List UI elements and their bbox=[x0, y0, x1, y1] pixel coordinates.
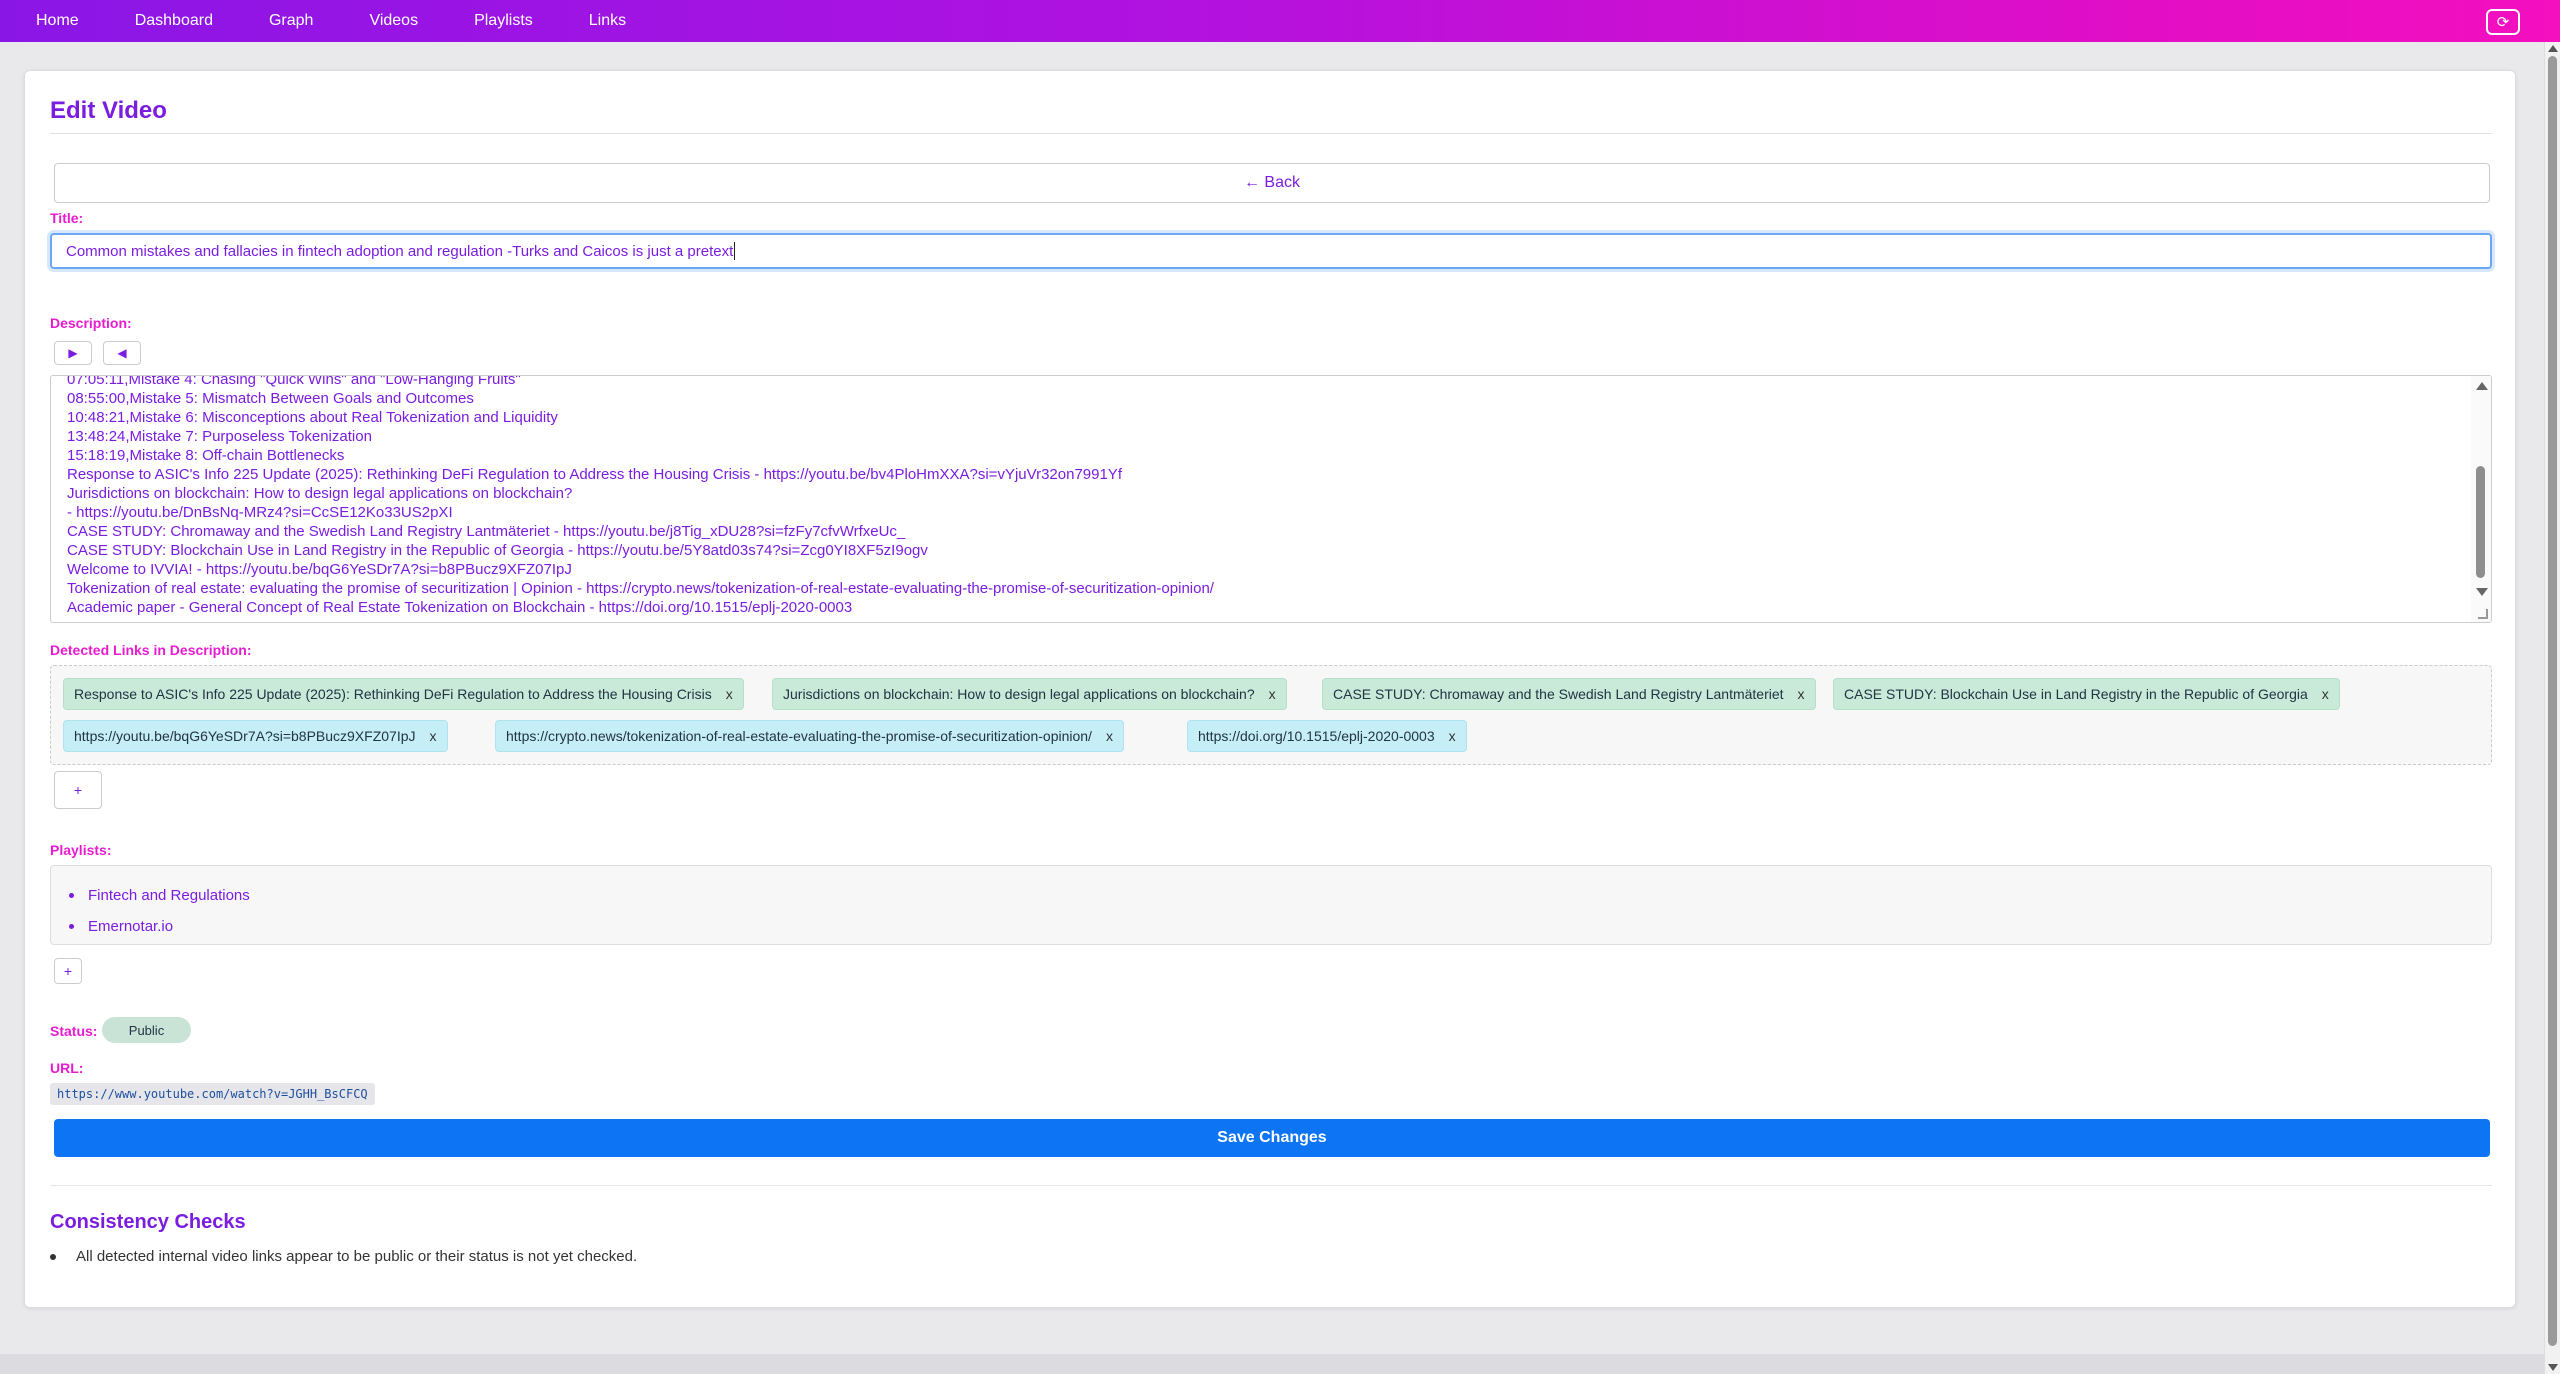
link-chip: https://youtu.be/bqG6YeSDr7A?si=b8PBucz9… bbox=[63, 720, 448, 752]
nav-home[interactable]: Home bbox=[36, 12, 79, 30]
refresh-icon: ⟳ bbox=[2496, 14, 2510, 31]
page-title: Edit Video bbox=[50, 97, 167, 124]
link-chip-label: Jurisdictions on blockchain: How to desi… bbox=[783, 686, 1255, 702]
playlists-label: Playlists: bbox=[50, 842, 112, 858]
consistency-check-item: All detected internal video links appear… bbox=[50, 1248, 638, 1265]
scroll-up-icon[interactable] bbox=[2476, 382, 2488, 390]
link-chip-label: Response to ASIC's Info 225 Update (2025… bbox=[74, 686, 712, 702]
nav-videos[interactable]: Videos bbox=[369, 12, 418, 30]
playlist-list: Fintech and Regulations Emernotar.io bbox=[69, 880, 250, 942]
back-button[interactable]: ← Back bbox=[54, 163, 2490, 203]
bullet-icon bbox=[50, 1253, 56, 1260]
page-footer-strip bbox=[0, 1354, 2544, 1374]
bullet-icon bbox=[69, 924, 74, 929]
title-input[interactable]: Common mistakes and fallacies in fintech… bbox=[50, 233, 2492, 269]
playlist-link[interactable]: Emernotar.io bbox=[88, 918, 173, 935]
description-label: Description: bbox=[50, 315, 132, 331]
description-line: Welcome to IVVIA! - https://youtu.be/bqG… bbox=[67, 561, 572, 578]
url-label: URL: bbox=[50, 1060, 84, 1076]
description-text: 07:05:11,Mistake 4: Chasing "Quick Wins"… bbox=[67, 375, 2461, 617]
add-playlist-button[interactable]: + bbox=[54, 958, 82, 984]
link-chip: https://crypto.news/tokenization-of-real… bbox=[495, 720, 1124, 752]
top-nav-bar: Home Dashboard Graph Videos Playlists Li… bbox=[0, 0, 2560, 42]
description-line: Jurisdictions on blockchain: How to desi… bbox=[67, 485, 573, 502]
link-chip-label: CASE STUDY: Blockchain Use in Land Regis… bbox=[1844, 686, 2308, 702]
remove-link-button[interactable]: x bbox=[726, 686, 733, 702]
bullet-icon bbox=[69, 893, 74, 898]
url-value: https://www.youtube.com/watch?v=JGHH_BsC… bbox=[50, 1083, 375, 1105]
remove-link-button[interactable]: x bbox=[1106, 728, 1113, 744]
link-chip-label: https://doi.org/10.1515/eplj-2020-0003 bbox=[1198, 728, 1435, 744]
link-chip: https://doi.org/10.1515/eplj-2020-0003 x bbox=[1187, 720, 1467, 752]
divider bbox=[50, 133, 2492, 134]
link-chip: CASE STUDY: Blockchain Use in Land Regis… bbox=[1833, 678, 2340, 710]
title-label: Title: bbox=[50, 210, 84, 226]
expand-description-button[interactable]: ▶ bbox=[54, 341, 92, 365]
scrollbar-thumb[interactable] bbox=[2548, 56, 2557, 1346]
playlist-link[interactable]: Fintech and Regulations bbox=[88, 887, 250, 904]
description-line: Tokenization of real estate: evaluating … bbox=[67, 580, 1214, 597]
scrollbar-thumb[interactable] bbox=[2476, 466, 2485, 578]
description-line: - https://youtu.be/DnBsNq-MRz4?si=CcSE12… bbox=[67, 504, 453, 521]
link-chip: CASE STUDY: Chromaway and the Swedish La… bbox=[1322, 678, 1816, 710]
link-chip-label: CASE STUDY: Chromaway and the Swedish La… bbox=[1333, 686, 1784, 702]
description-scrollbar[interactable] bbox=[2471, 376, 2491, 622]
remove-link-button[interactable]: x bbox=[430, 728, 437, 744]
divider bbox=[50, 1185, 2492, 1186]
link-chip-label: https://crypto.news/tokenization-of-real… bbox=[506, 728, 1092, 744]
scroll-up-icon[interactable] bbox=[2548, 45, 2558, 52]
description-line: Response to ASIC's Info 225 Update (2025… bbox=[67, 466, 1122, 483]
description-line: 15:18:19,Mistake 8: Off-chain Bottleneck… bbox=[67, 447, 345, 464]
description-line: Academic paper - General Concept of Real… bbox=[67, 599, 853, 616]
resize-grip-icon[interactable] bbox=[2478, 609, 2488, 619]
nav-links[interactable]: Links bbox=[589, 12, 626, 30]
remove-link-button[interactable]: x bbox=[1798, 686, 1805, 702]
remove-link-button[interactable]: x bbox=[1449, 728, 1456, 744]
detected-links-box: Response to ASIC's Info 225 Update (2025… bbox=[50, 665, 2492, 765]
collapse-description-button[interactable]: ◀ bbox=[103, 341, 141, 365]
consistency-check-text: All detected internal video links appear… bbox=[76, 1248, 638, 1265]
refresh-button[interactable]: ⟳ bbox=[2486, 9, 2520, 35]
nav-graph[interactable]: Graph bbox=[269, 12, 313, 30]
detected-links-label: Detected Links in Description: bbox=[50, 642, 252, 658]
remove-link-button[interactable]: x bbox=[2322, 686, 2329, 702]
playlists-box: Fintech and Regulations Emernotar.io bbox=[50, 865, 2492, 945]
text-caret bbox=[734, 242, 736, 260]
nav-playlists[interactable]: Playlists bbox=[474, 12, 533, 30]
page-scrollbar[interactable] bbox=[2544, 42, 2560, 1374]
nav-dashboard[interactable]: Dashboard bbox=[135, 12, 213, 30]
status-label: Status: bbox=[50, 1023, 98, 1039]
description-line: 13:48:24,Mistake 7: Purposeless Tokeniza… bbox=[67, 428, 372, 445]
consistency-checks-title: Consistency Checks bbox=[50, 1211, 246, 1233]
edit-video-card: Edit Video ← Back Title: Common mistakes… bbox=[24, 70, 2516, 1308]
remove-link-button[interactable]: x bbox=[1269, 686, 1276, 702]
description-line: CASE STUDY: Blockchain Use in Land Regis… bbox=[67, 542, 928, 559]
title-input-value: Common mistakes and fallacies in fintech… bbox=[66, 242, 734, 260]
scroll-down-icon[interactable] bbox=[2476, 588, 2488, 596]
description-textarea[interactable]: 07:05:11,Mistake 4: Chasing "Quick Wins"… bbox=[50, 375, 2492, 623]
status-badge[interactable]: Public bbox=[102, 1017, 191, 1043]
save-changes-button[interactable]: Save Changes bbox=[54, 1119, 2490, 1157]
description-line: 07:05:11,Mistake 4: Chasing "Quick Wins"… bbox=[67, 375, 521, 388]
list-item: Emernotar.io bbox=[69, 911, 250, 942]
link-chip: Jurisdictions on blockchain: How to desi… bbox=[772, 678, 1287, 710]
description-line: 08:55:00,Mistake 5: Mismatch Between Goa… bbox=[67, 390, 474, 407]
description-line: CASE STUDY: Chromaway and the Swedish La… bbox=[67, 523, 906, 540]
add-link-button[interactable]: + bbox=[54, 771, 102, 809]
link-chip: Response to ASIC's Info 225 Update (2025… bbox=[63, 678, 744, 710]
link-chip-label: https://youtu.be/bqG6YeSDr7A?si=b8PBucz9… bbox=[74, 728, 416, 744]
scroll-down-icon[interactable] bbox=[2548, 1364, 2558, 1371]
list-item: Fintech and Regulations bbox=[69, 880, 250, 911]
description-line: 10:48:21,Mistake 6: Misconceptions about… bbox=[67, 409, 558, 426]
